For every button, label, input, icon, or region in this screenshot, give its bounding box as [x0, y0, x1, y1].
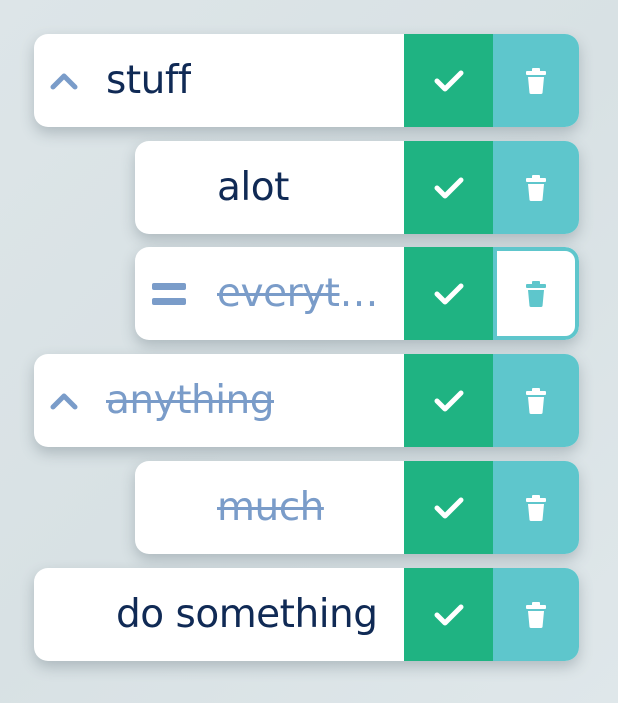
delete-button[interactable]	[493, 34, 579, 127]
drag-handle-icon[interactable]	[151, 276, 187, 312]
check-icon	[434, 70, 463, 91]
todo-item[interactable]: alot	[135, 141, 579, 234]
trash-icon	[526, 174, 546, 201]
delete-button[interactable]	[493, 247, 579, 340]
todo-item[interactable]: anything	[34, 354, 579, 447]
trash-icon	[526, 387, 546, 414]
complete-button[interactable]	[404, 141, 493, 234]
todo-item[interactable]: everyth…	[135, 247, 579, 340]
todo-item-main: much	[135, 461, 404, 554]
todo-item-main: everyth…	[135, 247, 404, 340]
todo-item-label[interactable]: anything	[106, 378, 274, 423]
delete-button[interactable]	[493, 141, 579, 234]
todo-item[interactable]: stuff	[34, 34, 579, 127]
complete-button[interactable]	[404, 247, 493, 340]
todo-item[interactable]: much	[135, 461, 579, 554]
complete-button[interactable]	[404, 568, 493, 661]
chevron-up-icon[interactable]	[46, 383, 82, 419]
todo-item-main: alot	[135, 141, 404, 234]
todo-item-label[interactable]: stuff	[106, 58, 191, 103]
complete-button[interactable]	[404, 354, 493, 447]
todo-item-label[interactable]: alot	[217, 165, 289, 210]
chevron-up-icon[interactable]	[46, 63, 82, 99]
delete-button[interactable]	[493, 568, 579, 661]
check-icon	[434, 283, 463, 304]
complete-button[interactable]	[404, 461, 493, 554]
trash-icon	[526, 67, 546, 94]
todo-item-main: stuff	[34, 34, 404, 127]
todo-item-label[interactable]: much	[217, 485, 324, 530]
check-icon	[434, 497, 463, 518]
todo-list: stuff alot everyth… anything much do som…	[0, 0, 618, 703]
trash-icon	[526, 494, 546, 521]
todo-item[interactable]: do something	[34, 568, 579, 661]
trash-icon	[526, 280, 546, 307]
todo-item-main: do something	[34, 568, 404, 661]
delete-button[interactable]	[493, 461, 579, 554]
todo-item-main: anything	[34, 354, 404, 447]
check-icon	[434, 177, 463, 198]
todo-item-label[interactable]: everyth…	[217, 271, 392, 316]
trash-icon	[526, 601, 546, 628]
complete-button[interactable]	[404, 34, 493, 127]
check-icon	[434, 604, 463, 625]
delete-button[interactable]	[493, 354, 579, 447]
check-icon	[434, 390, 463, 411]
todo-item-label[interactable]: do something	[116, 592, 378, 637]
